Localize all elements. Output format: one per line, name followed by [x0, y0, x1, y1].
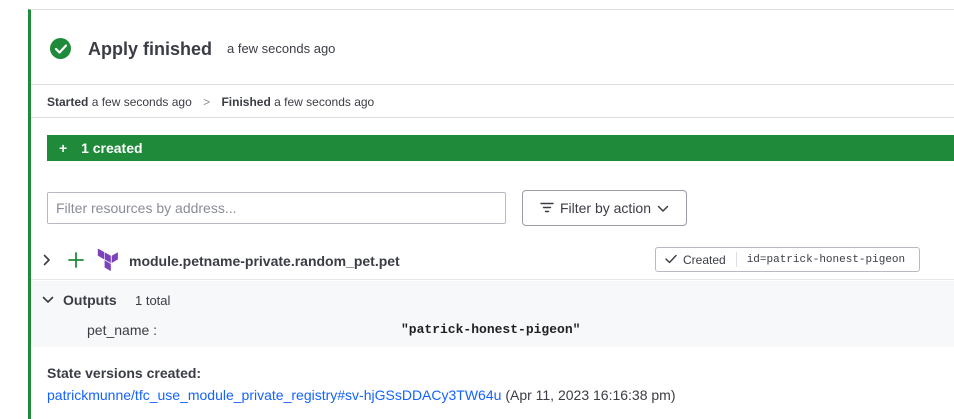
- filter-by-action-button[interactable]: Filter by action: [522, 190, 687, 226]
- status-label: Created: [683, 252, 726, 267]
- filter-by-action-label: Filter by action: [559, 200, 652, 216]
- started-label: Started: [47, 95, 89, 109]
- resource-id: id=patrick-honest-pigeon: [746, 253, 906, 266]
- page-title: Apply finished: [88, 39, 213, 59]
- output-key: pet_name :: [87, 322, 158, 338]
- add-icon: [67, 251, 85, 269]
- state-version-link[interactable]: patrickmunne/tfc_use_module_private_regi…: [47, 387, 501, 403]
- resource-status-badge: Created id=patrick-honest-pigeon: [655, 247, 920, 272]
- state-version-entry: patrickmunne/tfc_use_module_private_regi…: [47, 387, 676, 403]
- outputs-section: Outputs 1 total pet_name : "patrick-hone…: [31, 281, 954, 347]
- timeline-separator: >: [203, 95, 211, 109]
- chevron-down-icon: [657, 200, 669, 216]
- chevron-down-icon[interactable]: [41, 293, 55, 305]
- outputs-total: 1 total: [135, 293, 171, 308]
- terraform-logo-icon: [97, 248, 119, 272]
- timeline: Started a few seconds ago > Finished a f…: [31, 86, 954, 118]
- output-value: "patrick-honest-pigeon": [401, 322, 581, 337]
- plus-icon: +: [59, 140, 68, 156]
- checkmark-icon: [665, 253, 677, 267]
- created-count: 1 created: [81, 140, 143, 156]
- filter-icon: [540, 200, 554, 216]
- status-created: Created: [656, 252, 737, 267]
- resource-filter-input[interactable]: [47, 192, 506, 224]
- started-time: a few seconds ago: [91, 95, 192, 109]
- apply-panel: Apply finished a few seconds ago Started…: [28, 9, 954, 419]
- state-versions-title: State versions created:: [47, 365, 202, 381]
- finished-time: a few seconds ago: [274, 95, 375, 109]
- state-version-timestamp: (Apr 11, 2023 16:16:38 pm): [505, 387, 676, 403]
- apply-header: Apply finished a few seconds ago: [31, 10, 954, 85]
- chevron-right-icon[interactable]: [41, 252, 53, 268]
- resource-address: module.petname-private.random_pet.pet: [129, 253, 400, 269]
- resource-row[interactable]: module.petname-private.random_pet.pet Cr…: [31, 242, 954, 280]
- success-check-icon: [50, 38, 71, 59]
- created-summary-bar[interactable]: + 1 created: [47, 135, 954, 161]
- apply-time: a few seconds ago: [227, 41, 336, 56]
- outputs-label[interactable]: Outputs: [63, 292, 117, 308]
- finished-label: Finished: [221, 95, 271, 109]
